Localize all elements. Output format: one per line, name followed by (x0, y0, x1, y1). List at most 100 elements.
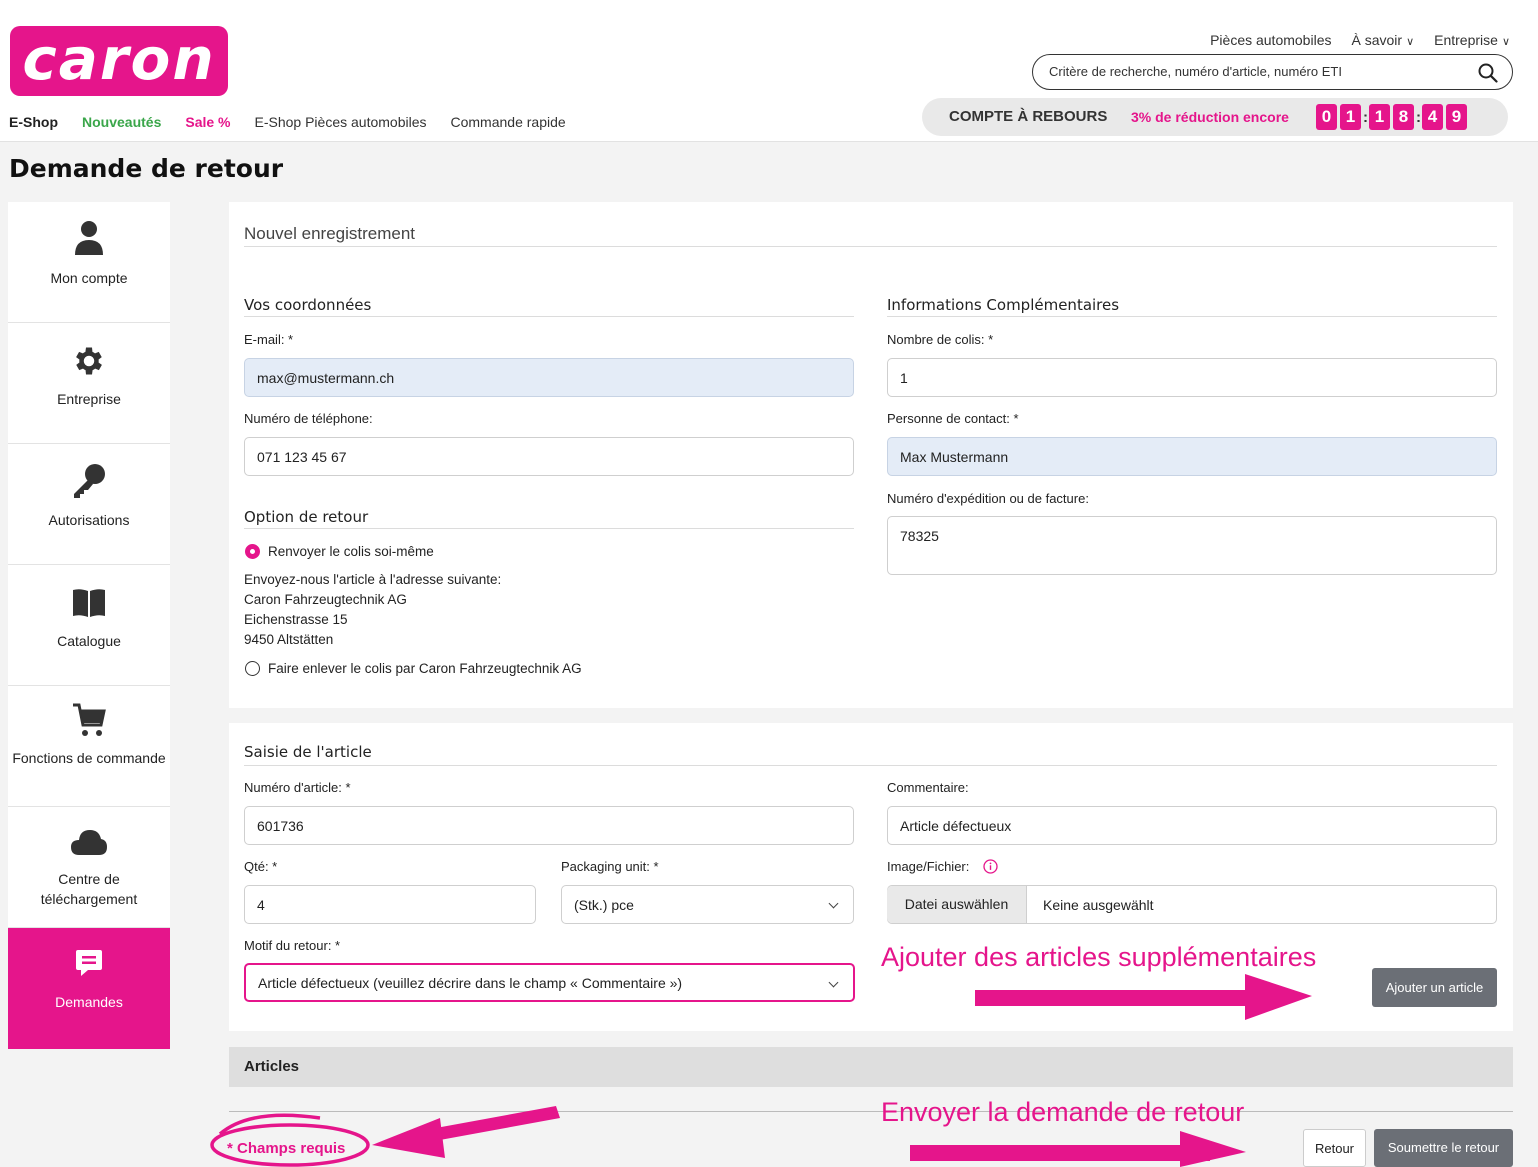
heading-divider (244, 246, 1497, 247)
section-divider (244, 316, 854, 317)
sidebar-item-catalogue[interactable]: Catalogue (8, 565, 170, 686)
choose-file-button[interactable]: Datei auswählen (887, 886, 1027, 923)
chevron-down-icon: ∨ (1501, 36, 1510, 48)
sidebar-item-company[interactable]: Entreprise (8, 323, 170, 444)
pickup-radio[interactable] (245, 661, 260, 676)
nav-new-items[interactable]: Nouveautés (82, 114, 161, 130)
sidebar-item-label: Catalogue (57, 633, 121, 649)
topnav-company-label: Entreprise (1434, 32, 1498, 48)
countdown-digit: 4 (1422, 104, 1443, 130)
packaging-unit-select[interactable]: (Stk.) pce (561, 885, 854, 924)
footer-divider (229, 1111, 1513, 1112)
annotation-add-more: Ajouter des articles supplémentaires (881, 942, 1317, 972)
sidebar-item-label: Entreprise (57, 391, 121, 407)
topnav-good-to-know-label: À savoir (1351, 32, 1403, 48)
sidebar-item-label: Demandes (55, 994, 123, 1010)
parcels-label: Nombre de colis: * (887, 332, 994, 347)
book-icon (8, 583, 170, 621)
return-self-radio[interactable] (245, 544, 260, 559)
countdown-digit: 0 (1316, 104, 1337, 130)
arrow-right-submit (910, 1131, 1246, 1167)
sidebar-item-label: Fonctions de commande (12, 750, 166, 766)
pickup-label[interactable]: Faire enlever le colis par Caron Fahrzeu… (268, 659, 582, 679)
add-article-button[interactable]: Ajouter un article (1372, 968, 1497, 1007)
site-header: caron Pièces automobiles À savoir ∨ Entre… (0, 0, 1538, 142)
cart-icon (8, 702, 170, 740)
sidebar-item-permissions[interactable]: Autorisations (8, 444, 170, 565)
nav-eshop[interactable]: E-Shop (9, 114, 58, 130)
sidebar-item-requests[interactable]: Demandes (8, 928, 170, 1049)
sidebar-item-label: Centre de téléchargement (40, 871, 138, 907)
extra-info-title: Informations Complémentaires (887, 296, 1120, 314)
message-icon (8, 948, 170, 986)
nav-quick-order[interactable]: Commande rapide (451, 114, 566, 130)
comment-field[interactable]: Article défectueux (887, 806, 1497, 845)
articles-section-header: Articles (229, 1047, 1513, 1087)
key-icon (8, 462, 170, 500)
topnav-company[interactable]: Entreprise ∨ (1434, 32, 1510, 48)
countdown-label: COMPTE À REBOURS (949, 108, 1108, 125)
return-reason-label: Motif du retour: * (244, 938, 341, 953)
file-status: Keine ausgewählt (1043, 897, 1154, 913)
phone-label: Numéro de téléphone: (244, 411, 373, 426)
contact-person-field[interactable]: Max Mustermann (887, 437, 1497, 476)
nav-sale[interactable]: Sale % (185, 114, 230, 130)
address-line: 9450 Altstätten (244, 632, 334, 647)
countdown-digit: 1 (1340, 104, 1361, 130)
topnav-car-parts[interactable]: Pièces automobiles (1210, 32, 1331, 48)
parcels-field[interactable]: 1 (887, 358, 1497, 397)
top-nav: Pièces automobiles À savoir ∨ Entreprise ∨ (1210, 32, 1510, 48)
address-line: Caron Fahrzeugtechnik AG (244, 592, 407, 607)
search-icon[interactable] (1478, 63, 1498, 88)
comment-label: Commentaire: (887, 780, 969, 795)
nav-eshop-car-parts[interactable]: E-Shop Pièces automobiles (255, 114, 427, 130)
form-heading: Nouvel enregistrement (244, 224, 416, 243)
countdown-digit: 1 (1369, 104, 1390, 130)
return-option-title: Option de retour (244, 508, 369, 526)
contact-section-title: Vos coordonnées (244, 296, 372, 314)
article-number-label: Numéro d'article: * (244, 780, 351, 795)
section-divider (887, 316, 1497, 317)
section-divider (244, 765, 1497, 766)
arrow-left-required (372, 1106, 560, 1158)
article-section-title: Saisie de l'article (244, 743, 372, 761)
sidebar-item-order-functions[interactable]: Fonctions de commande (8, 686, 170, 807)
cloud-icon (8, 827, 170, 865)
email-field[interactable]: max@mustermann.ch (244, 358, 854, 397)
search-input[interactable] (1049, 64, 1469, 79)
section-divider (244, 528, 854, 529)
sidebar-item-label: Autorisations (48, 512, 130, 528)
file-label: Image/Fichier: (887, 859, 970, 874)
countdown-promo: 3% de réduction encore (1131, 109, 1289, 125)
user-icon (8, 220, 170, 258)
address-intro: Envoyez-nous l'article à l'adresse suiva… (244, 572, 502, 587)
return-self-label[interactable]: Renvoyer le colis soi-même (268, 542, 434, 562)
packaging-unit-label: Packaging unit: * (561, 859, 659, 874)
countdown-banner: COMPTE À REBOURS 3% de réduction encore … (922, 98, 1508, 136)
info-icon[interactable] (983, 859, 998, 879)
invoice-field[interactable]: 78325 (887, 516, 1497, 575)
qty-field[interactable]: 4 (244, 885, 536, 924)
countdown-digit: 8 (1393, 104, 1414, 130)
sidebar-item-download-center[interactable]: Centre de téléchargement (8, 807, 170, 928)
page-title: Demande de retour (9, 154, 284, 183)
email-label: E-mail: * (244, 332, 294, 347)
article-number-field[interactable]: 601736 (244, 806, 854, 845)
required-fields-note: * Champs requis (227, 1140, 346, 1157)
phone-field[interactable]: 071 123 45 67 (244, 437, 854, 476)
caron-logo[interactable]: caron (10, 26, 228, 96)
contact-person-label: Personne de contact: * (887, 411, 1019, 426)
chevron-down-icon: ∨ (1406, 36, 1415, 48)
sidebar-item-account[interactable]: Mon compte (8, 202, 170, 323)
countdown-separator: : (1363, 108, 1368, 126)
countdown-separator: : (1416, 108, 1421, 126)
back-button[interactable]: Retour (1303, 1129, 1366, 1167)
topnav-good-to-know[interactable]: À savoir ∨ (1351, 32, 1414, 48)
qty-label: Qté: * (244, 859, 278, 874)
address-line: Eichenstrasse 15 (244, 612, 348, 627)
countdown-digit: 9 (1446, 104, 1467, 130)
countdown-timer: 0 1 : 1 8 : 4 9 (1316, 104, 1470, 130)
return-reason-select[interactable]: Article défectueux (veuillez décrire dan… (244, 963, 855, 1002)
main-nav: E-Shop Nouveautés Sale % E-Shop Pièces a… (9, 114, 566, 130)
submit-return-button[interactable]: Soumettre le retour (1374, 1129, 1513, 1167)
